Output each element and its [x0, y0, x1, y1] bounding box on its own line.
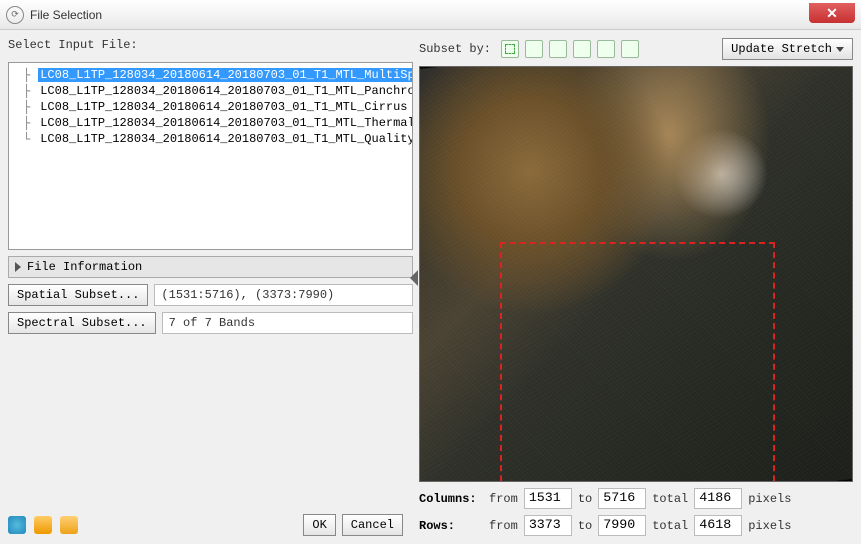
to-word-2: to	[578, 519, 592, 533]
file-list[interactable]: ├ LC08_L1TP_128034_20180614_20180703_01_T…	[8, 62, 413, 250]
subset-roi-icon[interactable]	[573, 40, 591, 58]
open-recent-icon[interactable]	[60, 516, 78, 534]
spatial-subset-value[interactable]: (1531:5716), (3373:7990)	[154, 284, 413, 306]
file-list-item[interactable]: ├LC08_L1TP_128034_20180614_20180703_01_T…	[13, 83, 408, 99]
file-information-header[interactable]: File Information	[8, 256, 413, 278]
pixels-word-2: pixels	[748, 519, 791, 533]
subset-file-icon[interactable]	[621, 40, 639, 58]
title-bar: ⟳ File Selection ✕	[0, 0, 861, 30]
columns-total-input[interactable]	[694, 488, 742, 509]
file-list-item[interactable]: ├ LC08_L1TP_128034_20180614_20180703_01_T…	[13, 99, 408, 115]
subset-image-icon[interactable]	[525, 40, 543, 58]
rows-to-input[interactable]	[598, 515, 646, 536]
tree-joint-icon: ├	[23, 116, 30, 130]
to-word: to	[578, 492, 592, 506]
columns-to-input[interactable]	[598, 488, 646, 509]
spectral-subset-value[interactable]: 7 of 7 Bands	[162, 312, 413, 334]
cancel-button[interactable]: Cancel	[342, 514, 403, 536]
tree-joint-icon: └	[23, 132, 30, 146]
file-name-label: LC08_L1TP_128034_20180614_20180703_01_T1…	[38, 68, 413, 82]
rows-label: Rows:	[419, 519, 483, 533]
file-name-label: LC08_L1TP_128034_20180614_20180703_01_T1…	[38, 84, 413, 98]
file-list-item[interactable]: ├LC08_L1TP_128034_20180614_20180703_01_T…	[13, 67, 408, 83]
file-information-label: File Information	[27, 260, 142, 274]
from-word-2: from	[489, 519, 518, 533]
subset-rectangle-icon[interactable]	[501, 40, 519, 58]
app-icon: ⟳	[6, 6, 24, 24]
tree-joint-icon: ├	[23, 84, 30, 98]
pixels-word: pixels	[748, 492, 791, 506]
window-title: File Selection	[30, 8, 102, 22]
total-word: total	[652, 492, 688, 506]
columns-from-input[interactable]	[524, 488, 572, 509]
file-list-item[interactable]: ├LC08_L1TP_128034_20180614_20180703_01_T…	[13, 115, 408, 131]
tree-joint-icon: ├	[23, 68, 30, 82]
update-stretch-label: Update Stretch	[731, 42, 832, 56]
file-name-label: LC08_L1TP_128034_20180614_20180703_01_T1…	[38, 100, 409, 114]
update-stretch-button[interactable]: Update Stretch	[722, 38, 853, 60]
select-input-label: Select Input File:	[8, 38, 413, 52]
open-folder-icon[interactable]	[34, 516, 52, 534]
close-button[interactable]: ✕	[809, 3, 855, 23]
subset-map-icon[interactable]	[597, 40, 615, 58]
file-name-label: LC08_L1TP_128034_20180614_20180703_01_T1…	[38, 132, 413, 146]
subset-link-icon[interactable]	[549, 40, 567, 58]
total-word-2: total	[652, 519, 688, 533]
spatial-subset-button[interactable]: Spatial Subset...	[8, 284, 148, 306]
tree-joint-icon: ├	[23, 100, 30, 114]
ok-button[interactable]: OK	[303, 514, 335, 536]
rows-total-input[interactable]	[694, 515, 742, 536]
spectral-subset-button[interactable]: Spectral Subset...	[8, 312, 156, 334]
subset-by-label: Subset by:	[419, 42, 491, 56]
columns-label: Columns:	[419, 492, 483, 506]
file-list-item[interactable]: └LC08_L1TP_128034_20180614_20180703_01_T…	[13, 131, 408, 147]
rows-row: Rows: from to total pixels	[419, 515, 853, 536]
from-word: from	[489, 492, 518, 506]
panel-collapse-arrow-icon[interactable]	[410, 270, 418, 286]
rows-from-input[interactable]	[524, 515, 572, 536]
collapse-arrow-icon	[15, 262, 21, 272]
file-name-label: LC08_L1TP_128034_20180614_20180703_01_T1…	[38, 116, 413, 130]
help-icon[interactable]	[8, 516, 26, 534]
subset-selection-box[interactable]	[500, 242, 775, 482]
image-preview[interactable]	[419, 66, 853, 482]
columns-row: Columns: from to total pixels	[419, 488, 853, 509]
dropdown-caret-icon	[836, 47, 844, 52]
